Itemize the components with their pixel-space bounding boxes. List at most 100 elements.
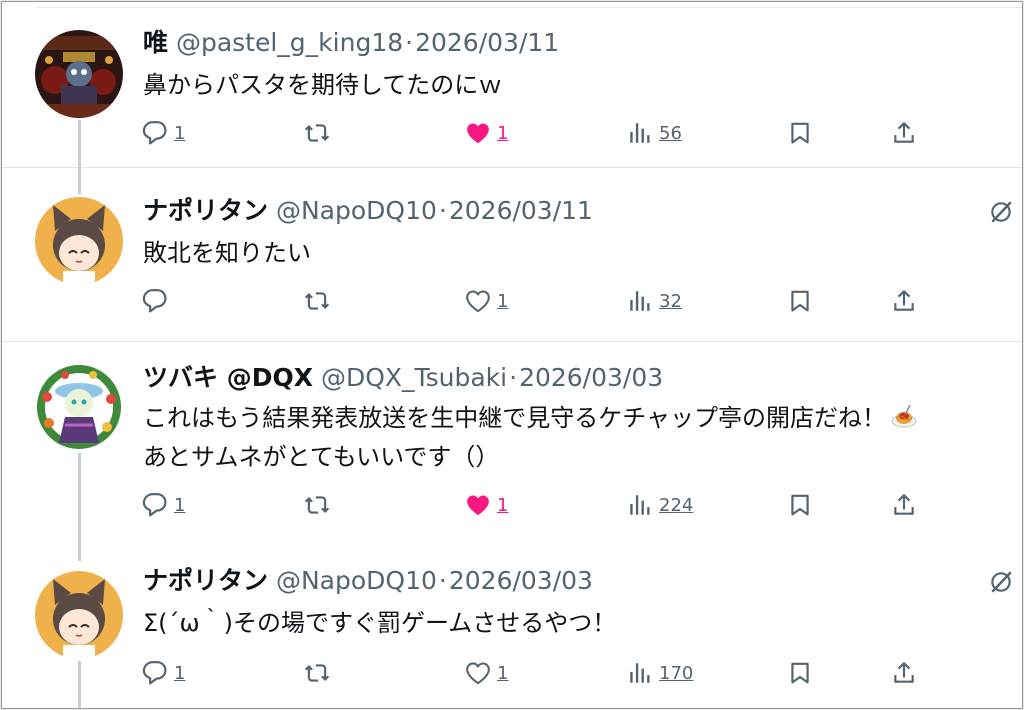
tweet-2[interactable]: ナポリタン @NapoDQ10·2026/03/11 敗北を知りたい 1 32 (2, 167, 1022, 342)
like-count: 1 (497, 122, 509, 144)
retweet-button[interactable] (304, 116, 330, 150)
retweet-icon (304, 660, 330, 686)
avatar[interactable] (35, 30, 123, 118)
tweet-1[interactable]: 唯 @pastel_g_king18·2026/03/11 鼻からパスタを期待し… (2, 2, 1022, 194)
retweet-button[interactable] (304, 284, 330, 318)
tweet-date[interactable]: 2026/03/03 (449, 566, 593, 595)
reply-button[interactable] (142, 284, 168, 318)
like-button[interactable]: 1 (465, 116, 508, 150)
share-icon (891, 660, 917, 686)
tweet-header: 唯 @pastel_g_king18·2026/03/11 (143, 26, 559, 60)
tweet-text: Σ(´ω｀)その場ですぐ罰ゲームさせるやつ！ (143, 609, 617, 637)
timeline-frame: 唯 @pastel_g_king18·2026/03/11 鼻からパスタを期待し… (1, 1, 1023, 709)
display-name[interactable]: ツバキ @DQX (143, 363, 313, 392)
bookmark-icon (787, 492, 813, 518)
like-icon (465, 660, 491, 686)
view-count: 56 (659, 122, 682, 144)
tweet-date[interactable]: 2026/03/11 (415, 28, 559, 57)
user-handle[interactable]: @DQX_Tsubaki (321, 363, 507, 392)
views-icon (627, 660, 653, 686)
user-handle[interactable]: @NapoDQ10 (276, 196, 437, 225)
separator-dot: · (438, 566, 447, 595)
like-icon (465, 120, 491, 146)
reply-icon (142, 288, 168, 314)
bookmark-icon (787, 660, 813, 686)
tweet-4[interactable]: ナポリタン @NapoDQ10·2026/03/03 Σ(´ω｀)その場ですぐ罰… (2, 549, 1022, 708)
like-count: 1 (497, 290, 509, 312)
share-icon (891, 288, 917, 314)
bookmark-button[interactable] (787, 656, 813, 690)
views-icon (627, 492, 653, 518)
reply-button[interactable]: 1 (142, 488, 185, 522)
display-name[interactable]: 唯 (143, 28, 168, 57)
share-button[interactable] (891, 488, 917, 522)
bookmark-button[interactable] (787, 116, 813, 150)
avatar[interactable] (35, 571, 123, 659)
retweet-icon (304, 120, 330, 146)
share-button[interactable] (891, 116, 917, 150)
tweet-text: 敗北を知りたい (143, 239, 311, 267)
tweet-actions: 1 1 56 (2, 116, 1022, 150)
views-button[interactable]: 56 (627, 116, 682, 150)
cat-ear-character-avatar-icon (35, 571, 123, 659)
retweet-icon (304, 492, 330, 518)
view-count: 32 (659, 290, 682, 312)
share-button[interactable] (891, 284, 917, 318)
tweet-header: ナポリタン @NapoDQ10·2026/03/11 (143, 194, 593, 228)
tweet-actions: 1 1 224 (2, 488, 1022, 522)
tweet-header: ナポリタン @NapoDQ10·2026/03/03 (143, 564, 593, 598)
views-button[interactable]: 32 (627, 284, 682, 318)
reply-button[interactable]: 1 (142, 116, 185, 150)
tweet-actions: 1 32 (2, 284, 1022, 318)
tweet-text-line-2: あとサムネがとてもいいです（） (143, 443, 500, 471)
separator-dot: · (438, 196, 447, 225)
separator-dot: · (405, 28, 414, 57)
reply-count: 1 (174, 494, 186, 516)
tweet-3[interactable]: ツバキ @DQX @DQX_Tsubaki·2026/03/03 これはもう結果… (2, 341, 1022, 561)
separator-dot: · (509, 363, 518, 392)
tweet-actions: 1 1 170 (2, 656, 1022, 690)
flower-wreath-character-avatar-icon (35, 363, 123, 451)
reply-button[interactable]: 1 (142, 656, 185, 690)
reply-icon (142, 120, 168, 146)
views-icon (627, 120, 653, 146)
share-icon (891, 492, 917, 518)
display-name[interactable]: ナポリタン (143, 566, 268, 595)
bookmark-icon (787, 120, 813, 146)
like-icon (465, 288, 491, 314)
display-name[interactable]: ナポリタン (143, 196, 268, 225)
user-handle[interactable]: @pastel_g_king18 (176, 28, 403, 57)
views-button[interactable]: 224 (627, 488, 693, 522)
retweet-button[interactable] (304, 488, 330, 522)
bookmark-button[interactable] (787, 284, 813, 318)
dark-character-avatar-icon (35, 30, 123, 118)
view-count: 170 (659, 662, 694, 684)
tweet-date[interactable]: 2026/03/03 (519, 363, 663, 392)
reply-count: 1 (174, 662, 186, 684)
views-icon (627, 288, 653, 314)
like-button[interactable]: 1 (465, 656, 508, 690)
grok-icon[interactable] (988, 199, 1014, 225)
tweet-date[interactable]: 2026/03/11 (449, 196, 593, 225)
like-button[interactable]: 1 (465, 488, 508, 522)
share-icon (891, 120, 917, 146)
avatar[interactable] (35, 363, 123, 451)
tweet-text: これはもう結果発表放送を生中継で見守るケチャップ亭の開店だね！ あとサムネがとて… (143, 399, 1012, 477)
retweet-icon (304, 288, 330, 314)
share-button[interactable] (891, 656, 917, 690)
bookmark-button[interactable] (787, 488, 813, 522)
views-button[interactable]: 170 (627, 656, 693, 690)
like-icon (465, 492, 491, 518)
spaghetti-emoji-icon (891, 404, 917, 428)
like-count: 1 (497, 494, 509, 516)
reply-icon (142, 492, 168, 518)
tweet-text: 鼻からパスタを期待してたのにｗ (143, 71, 503, 99)
grok-icon[interactable] (988, 569, 1014, 595)
cat-ear-character-avatar-icon (35, 197, 123, 285)
tweet-text-line-1: これはもう結果発表放送を生中継で見守るケチャップ亭の開店だね！ (143, 404, 887, 432)
retweet-button[interactable] (304, 656, 330, 690)
like-button[interactable]: 1 (465, 284, 508, 318)
view-count: 224 (659, 494, 694, 516)
user-handle[interactable]: @NapoDQ10 (276, 566, 437, 595)
avatar[interactable] (35, 197, 123, 285)
